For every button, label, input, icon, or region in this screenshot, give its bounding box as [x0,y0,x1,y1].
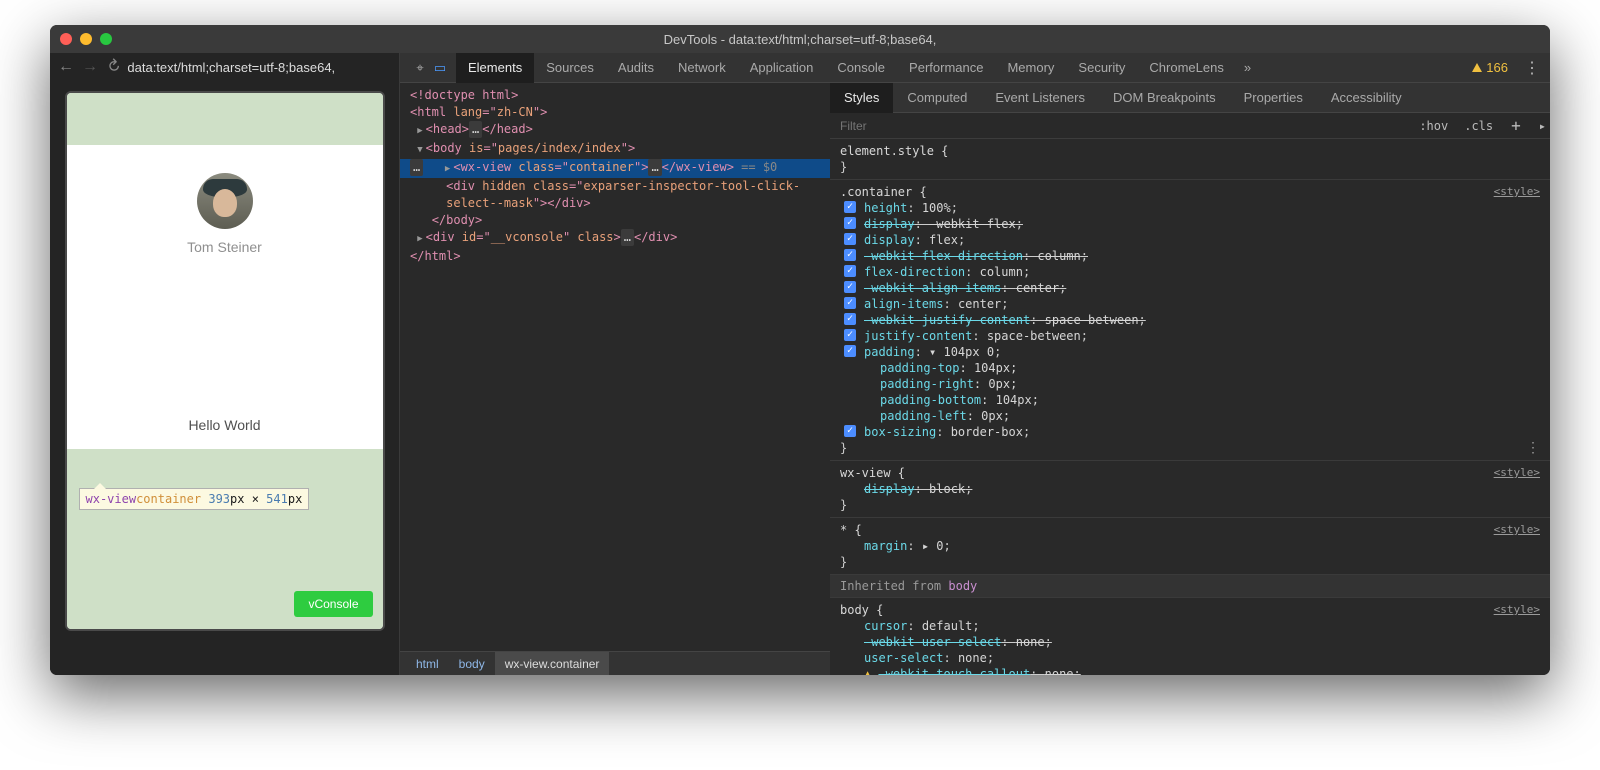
checkbox-icon[interactable] [844,297,856,309]
css-declaration[interactable]: -webkit-align-items: center; [840,280,1540,296]
checkbox-icon[interactable] [844,313,856,325]
username-label: Tom Steiner [187,239,262,255]
devtools-window: DevTools - data:text/html;charset=utf-8;… [50,25,1550,675]
rule-star: <style> * { margin: ▸ 0; } [830,518,1550,575]
warning-count[interactable]: 166 [1472,60,1514,75]
style-source-link[interactable]: <style> [1494,465,1540,481]
url-bar[interactable]: data:text/html;charset=utf-8;base64, [127,60,391,75]
subtab-event-listeners[interactable]: Event Listeners [981,83,1099,113]
css-sub-declaration[interactable]: padding-top: 104px; [840,360,1540,376]
new-style-rule-icon[interactable]: + [1501,116,1531,135]
checkbox-icon[interactable] [844,281,856,293]
checkbox-icon[interactable] [844,265,856,277]
rule-wxview: <style> wx-view { display: block; } [830,461,1550,518]
crumb-html[interactable]: html [406,652,449,676]
rule-body: <style> body { cursor: default;-webkit-u… [830,598,1550,675]
subtab-dom-breakpoints[interactable]: DOM Breakpoints [1099,83,1230,113]
styles-filter-input[interactable] [830,119,1411,133]
tab-network[interactable]: Network [666,53,738,83]
preview-pane: ← → ↻ data:text/html;charset=utf-8;base6… [50,53,400,675]
breadcrumb: html body wx-view.container [400,651,830,675]
devtools-menu-icon[interactable]: ⋮ [1514,58,1550,78]
tab-performance[interactable]: Performance [897,53,995,83]
elements-panel: <!doctype html> <html lang="zh-CN"> <hea… [400,83,830,675]
hov-toggle[interactable]: :hov [1411,119,1456,133]
css-declaration[interactable]: cursor: default; [840,618,1540,634]
tab-chromelens[interactable]: ChromeLens [1137,53,1235,83]
checkbox-icon[interactable] [844,249,856,261]
back-icon[interactable]: ← [58,59,74,75]
css-declaration[interactable]: -webkit-user-select: none; [840,634,1540,650]
style-source-link[interactable]: <style> [1494,522,1540,538]
inspect-element-icon[interactable]: ⌖ [412,60,428,76]
checkbox-icon[interactable] [844,329,856,341]
tabs-overflow-icon[interactable]: » [1238,60,1257,75]
vconsole-button[interactable]: vConsole [294,591,372,617]
crumb-body[interactable]: body [449,652,495,676]
inherited-header: Inherited from body [830,575,1550,598]
css-declaration[interactable]: justify-content: space-between; [840,328,1540,344]
css-declaration[interactable]: align-items: center; [840,296,1540,312]
subtab-properties[interactable]: Properties [1230,83,1317,113]
css-declaration[interactable]: -webkit-justify-content: space-between; [840,312,1540,328]
css-sub-declaration[interactable]: padding-right: 0px; [840,376,1540,392]
css-declaration[interactable]: height: 100%; [840,200,1540,216]
dom-selected-node: … <wx-view class="container">…</wx-view>… [400,159,830,178]
css-declaration[interactable]: -webkit-flex-direction: column; [840,248,1540,264]
device-preview[interactable]: Tom Steiner Hello World wx-viewcontainer… [65,91,385,631]
avatar [197,173,253,229]
devtools-tabs: ⌖ ▭ Elements Sources Audits Network Appl… [400,53,1550,83]
tab-sources[interactable]: Sources [534,53,606,83]
tab-memory[interactable]: Memory [995,53,1066,83]
css-declaration[interactable]: display: flex; [840,232,1540,248]
checkbox-icon[interactable] [844,345,856,357]
titlebar: DevTools - data:text/html;charset=utf-8;… [50,25,1550,53]
tab-elements[interactable]: Elements [456,53,534,83]
maximize-icon[interactable] [100,33,112,45]
dom-tree[interactable]: <!doctype html> <html lang="zh-CN"> <hea… [400,83,830,651]
css-declaration[interactable]: display: -webkit-flex; [840,216,1540,232]
reload-icon[interactable]: ↻ [102,57,123,78]
tab-security[interactable]: Security [1066,53,1137,83]
style-source-link[interactable]: <style> [1494,184,1540,200]
rule-element-style: element.style { } [830,139,1550,180]
style-source-link[interactable]: <style> [1494,602,1540,618]
minimize-icon[interactable] [80,33,92,45]
css-declaration[interactable]: ▲ -webkit-touch-callout: none; [840,666,1540,675]
close-icon[interactable] [60,33,72,45]
rule-menu-icon[interactable]: ⋮ [1526,440,1540,456]
styles-panel: Styles Computed Event Listeners DOM Brea… [830,83,1550,675]
checkbox-icon[interactable] [844,425,856,437]
forward-icon[interactable]: → [82,59,98,75]
hello-label: Hello World [67,407,383,449]
styles-list[interactable]: element.style { } <style> .container { h… [830,139,1550,675]
device-toggle-icon[interactable]: ▭ [432,60,448,76]
warning-icon [1472,63,1482,72]
crumb-wxview[interactable]: wx-view.container [495,652,610,676]
subtab-accessibility[interactable]: Accessibility [1317,83,1416,113]
window-title: DevTools - data:text/html;charset=utf-8;… [50,32,1550,47]
css-sub-declaration[interactable]: padding-bottom: 104px; [840,392,1540,408]
tab-application[interactable]: Application [738,53,826,83]
css-sub-declaration[interactable]: padding-left: 0px; [840,408,1540,424]
styles-scroll-icon[interactable]: ▸ [1531,119,1550,133]
subtab-styles[interactable]: Styles [830,83,893,113]
checkbox-icon[interactable] [844,233,856,245]
cls-toggle[interactable]: .cls [1456,119,1501,133]
tab-audits[interactable]: Audits [606,53,666,83]
subtab-computed[interactable]: Computed [893,83,981,113]
inspect-tooltip: wx-viewcontainer 393px × 541px [79,488,310,510]
checkbox-icon[interactable] [844,201,856,213]
css-declaration[interactable]: user-select: none; [840,650,1540,666]
rule-container: <style> .container { height: 100%;displa… [830,180,1550,461]
checkbox-icon[interactable] [844,217,856,229]
tab-console[interactable]: Console [825,53,897,83]
css-declaration[interactable]: flex-direction: column; [840,264,1540,280]
